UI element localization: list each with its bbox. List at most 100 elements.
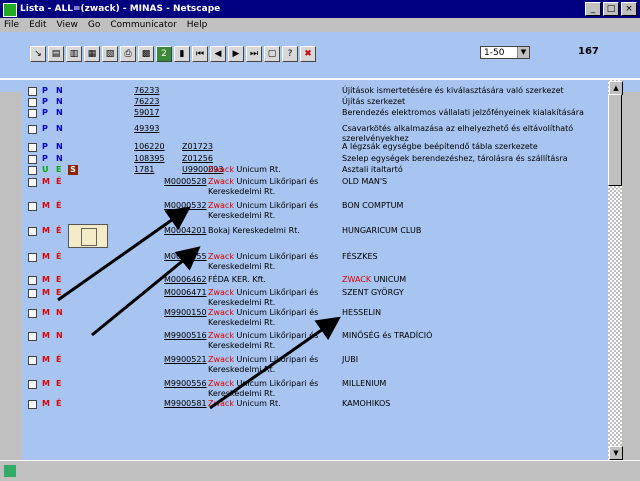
- record-type: M: [42, 177, 50, 186]
- maximize-button[interactable]: □: [603, 2, 619, 16]
- title-bar[interactable]: Lista - ALL=(zwack) - MINAS - Netscape _…: [0, 0, 640, 18]
- scroll-up-button[interactable]: ▲: [609, 81, 623, 95]
- menu-view[interactable]: View: [57, 20, 78, 30]
- record-description: Újítás szerkezet: [342, 97, 604, 107]
- chevron-down-icon[interactable]: ▼: [517, 47, 529, 58]
- row-checkbox[interactable]: [28, 253, 37, 262]
- menu-communicator[interactable]: Communicator: [110, 20, 176, 30]
- record-link-secondary[interactable]: M0006462: [164, 275, 207, 285]
- document-icon[interactable]: ▥: [66, 46, 82, 62]
- record-link-secondary[interactable]: M9900556: [164, 379, 207, 389]
- scroll-thumb[interactable]: [608, 94, 622, 186]
- row-checkbox[interactable]: [28, 227, 37, 236]
- window-icon[interactable]: ▢: [264, 46, 280, 62]
- description-text: UNICUM: [371, 275, 407, 284]
- row-checkbox[interactable]: [28, 309, 37, 318]
- print-icon[interactable]: ⎙: [120, 46, 136, 62]
- document-icon[interactable]: ▤: [48, 46, 64, 62]
- owner-name: Zwack Unicum Rt.: [208, 399, 338, 409]
- owner-highlight: Zwack: [208, 399, 234, 408]
- owner-highlight: Zwack: [208, 201, 234, 210]
- record-link-secondary[interactable]: M9900516: [164, 331, 207, 341]
- page-range-value: 1-50: [484, 48, 505, 58]
- close-icon[interactable]: ✖: [300, 46, 316, 62]
- record-link[interactable]: 76233: [134, 86, 159, 96]
- row-checkbox[interactable]: [28, 289, 37, 298]
- record-type: M: [42, 355, 50, 364]
- row-checkbox[interactable]: [28, 98, 37, 107]
- image-icon[interactable]: ▦: [84, 46, 100, 62]
- record-link-secondary[interactable]: M0006471: [164, 288, 207, 298]
- menu-go[interactable]: Go: [88, 20, 100, 30]
- last-page-icon[interactable]: ⏭: [246, 46, 262, 62]
- record-type: U: [42, 165, 49, 174]
- select-icon[interactable]: ↘: [30, 46, 46, 62]
- next-page-icon[interactable]: ▶: [228, 46, 244, 62]
- minimize-button[interactable]: _: [585, 2, 601, 16]
- record-description: HESSELIN: [342, 308, 604, 318]
- row-checkbox[interactable]: [28, 125, 37, 134]
- record-link-secondary[interactable]: M0006155: [164, 252, 207, 262]
- record-type: P: [42, 97, 48, 106]
- trademark-thumbnail-icon[interactable]: [68, 224, 108, 248]
- owner-highlight: Zwack: [208, 308, 234, 317]
- image-icon[interactable]: ▩: [138, 46, 154, 62]
- menu-file[interactable]: File: [4, 20, 19, 30]
- row-checkbox[interactable]: [28, 380, 37, 389]
- record-description: JUBI: [342, 355, 604, 365]
- page-range-select[interactable]: 1-50 ▼: [480, 46, 530, 59]
- row-checkbox[interactable]: [28, 400, 37, 409]
- row-checkbox[interactable]: [28, 155, 37, 164]
- menu-edit[interactable]: Edit: [29, 20, 46, 30]
- close-button[interactable]: ×: [621, 2, 637, 16]
- description-text: FÉSZKES: [342, 252, 378, 261]
- record-link-secondary[interactable]: M0000528: [164, 177, 207, 187]
- row-checkbox[interactable]: [28, 143, 37, 152]
- image-icon[interactable]: ▧: [102, 46, 118, 62]
- record-link-secondary[interactable]: M9900150: [164, 308, 207, 318]
- toolbar: ↘ ▤ ▥ ▦ ▧ ⎙ ▩ 2 ▮ ⏮ ◀ ▶ ⏭ ▢? ✖: [30, 46, 316, 62]
- record-status: N: [56, 331, 63, 340]
- menu-help[interactable]: Help: [187, 20, 208, 30]
- row-checkbox[interactable]: [28, 87, 37, 96]
- first-page-icon[interactable]: ⏮: [192, 46, 208, 62]
- record-link[interactable]: 1781: [134, 165, 154, 175]
- record-link-secondary[interactable]: M9900521: [164, 355, 207, 365]
- row-checkbox[interactable]: [28, 202, 37, 211]
- row-checkbox[interactable]: [28, 356, 37, 365]
- description-text: KAMOHIKOS: [342, 399, 391, 408]
- record-link[interactable]: 59017: [134, 108, 159, 118]
- record-link[interactable]: 106220: [134, 142, 165, 152]
- record-link[interactable]: 49393: [134, 124, 159, 134]
- security-icon: [4, 465, 16, 477]
- record-link[interactable]: 76223: [134, 97, 159, 107]
- number-icon[interactable]: 2: [156, 46, 172, 62]
- record-link-secondary[interactable]: M9900581: [164, 399, 207, 409]
- record-type: P: [42, 154, 48, 163]
- record-link-secondary[interactable]: Z01723: [182, 142, 213, 152]
- record-description: MINŐSÉG és TRADÍCIÓ: [342, 331, 604, 341]
- record-description: Szelep egységek berendezéshez, tárolásra…: [342, 154, 604, 164]
- record-description: MILLENIUM: [342, 379, 604, 389]
- record-link-secondary[interactable]: M0000532: [164, 201, 207, 211]
- record-link[interactable]: 108395: [134, 154, 165, 164]
- help-icon[interactable]: ?: [282, 46, 298, 62]
- description-text: JUBI: [342, 355, 359, 364]
- book-icon[interactable]: ▮: [174, 46, 190, 62]
- scroll-down-button[interactable]: ▼: [609, 446, 623, 460]
- record-type: P: [42, 86, 48, 95]
- row-checkbox[interactable]: [28, 276, 37, 285]
- record-link-secondary[interactable]: Z01256: [182, 154, 213, 164]
- owner-name: Zwack Unicum Likőripari és Kereskedelmi …: [208, 331, 338, 351]
- record-type: M: [42, 275, 50, 284]
- row-checkbox[interactable]: [28, 332, 37, 341]
- owner-highlight: Zwack: [208, 288, 234, 297]
- record-status: N: [56, 154, 63, 163]
- prev-page-icon[interactable]: ◀: [210, 46, 226, 62]
- record-status: É: [56, 355, 62, 364]
- row-checkbox[interactable]: [28, 109, 37, 118]
- description-text: SZENT GYÖRGY: [342, 288, 404, 297]
- row-checkbox[interactable]: [28, 166, 37, 175]
- record-link-secondary[interactable]: M0004201: [164, 226, 207, 236]
- row-checkbox[interactable]: [28, 178, 37, 187]
